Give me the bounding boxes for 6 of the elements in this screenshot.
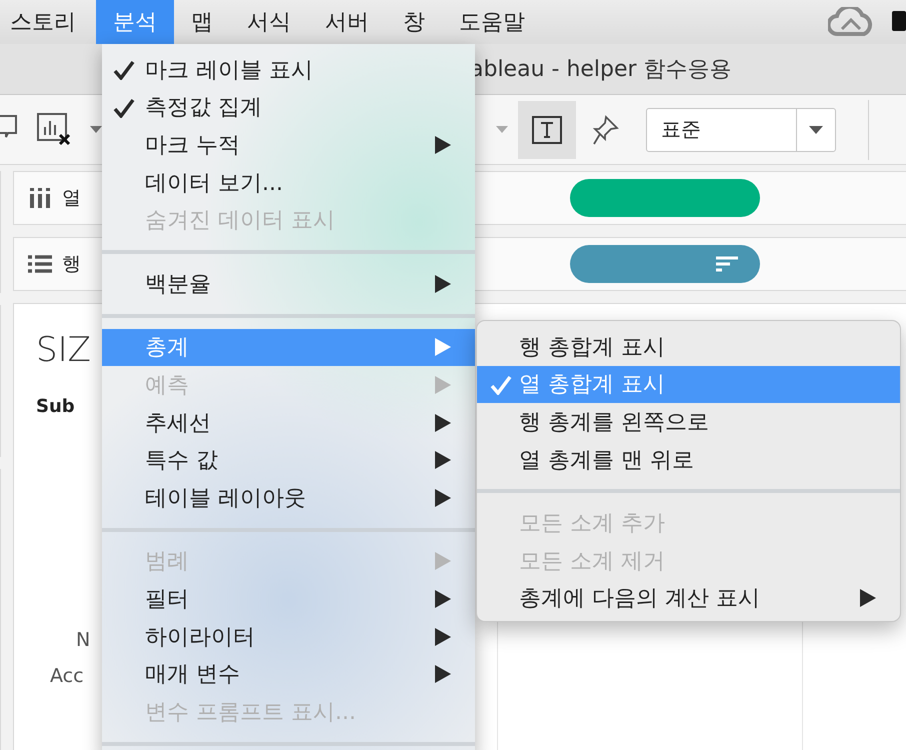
axis-label: Acc xyxy=(50,665,85,687)
shelf-label: 행 xyxy=(62,252,81,277)
sheet-subtitle: Sub xyxy=(36,396,76,417)
sheet-title: SIZ xyxy=(36,330,92,370)
axis-label: N xyxy=(76,629,92,651)
shelf-label: 열 xyxy=(62,186,81,211)
